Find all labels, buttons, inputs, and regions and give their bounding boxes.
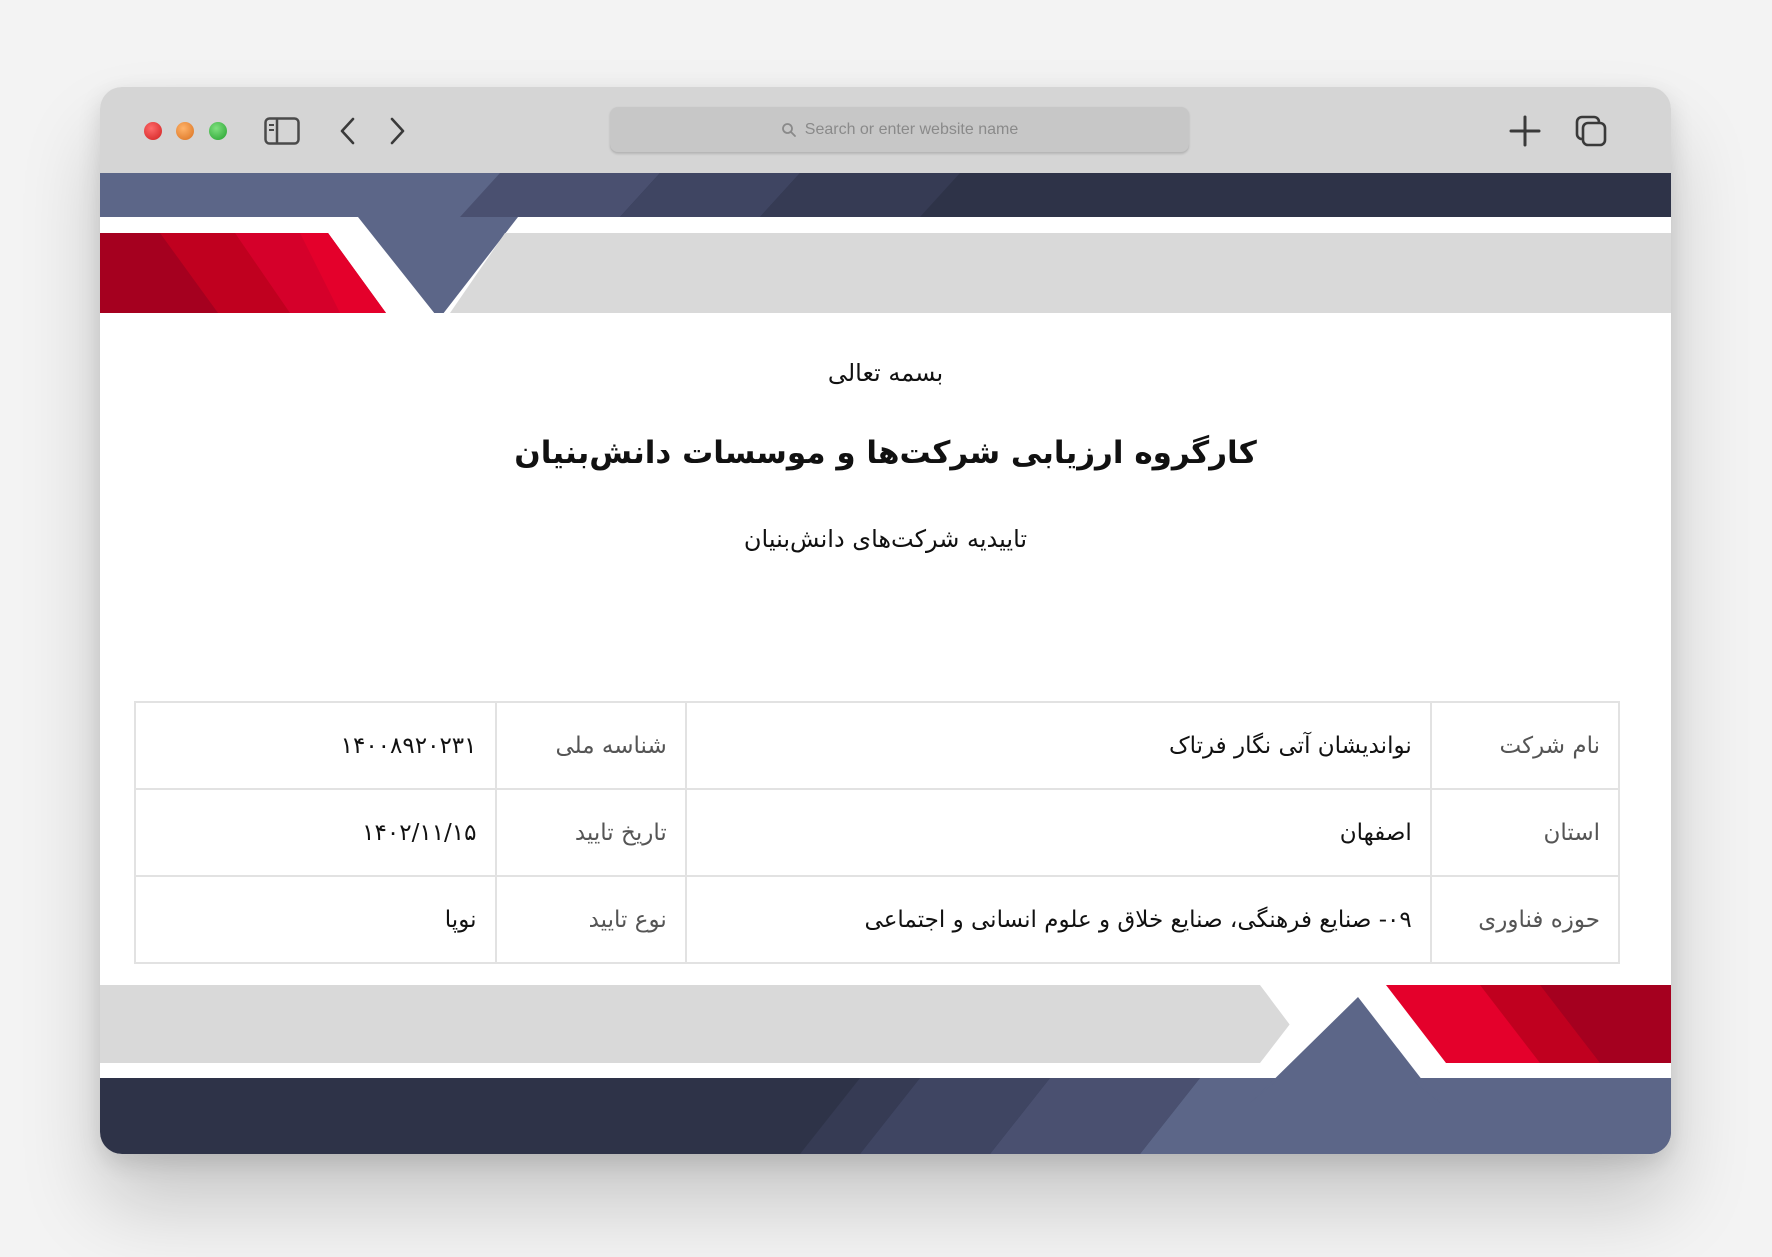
certificate-page: بسمه تعالی کارگروه ارزیابی شرکت‌ها و موس… bbox=[100, 173, 1671, 1154]
technology-field-label: حوزه فناوری bbox=[1429, 875, 1621, 964]
national-id-label: شناسه ملی bbox=[494, 701, 687, 790]
company-info-table: نام شرکت نواندیشان آتی نگار فرتاک شناسه … bbox=[134, 701, 1621, 964]
company-name-label: نام شرکت bbox=[1429, 701, 1621, 790]
address-placeholder: Search or enter website name bbox=[804, 121, 1019, 138]
approval-date-value: ۱۴۰۲/۱۱/۱۵ bbox=[134, 788, 497, 877]
technology-field-value: ۰۹- صنایع فرهنگی، صنایع خلاق و علوم انسا… bbox=[684, 875, 1432, 964]
table-row: حوزه فناوری ۰۹- صنایع فرهنگی، صنایع خلاق… bbox=[134, 875, 1621, 964]
zoom-dot[interactable] bbox=[209, 122, 227, 140]
page-subtitle: تاییدیه شرکت‌های دانش‌بنیان bbox=[743, 525, 1028, 553]
sidebar-icon[interactable] bbox=[262, 113, 302, 149]
close-dot[interactable] bbox=[144, 122, 162, 140]
footer-banner-decoration bbox=[100, 985, 1671, 1154]
approval-date-label: تاریخ تایید bbox=[494, 788, 687, 877]
plus-icon[interactable] bbox=[1505, 113, 1545, 149]
page-title: کارگروه ارزیابی شرکت‌ها و موسسات دانش‌بن… bbox=[514, 435, 1257, 471]
minimize-dot[interactable] bbox=[176, 122, 194, 140]
table-row: استان اصفهان تاریخ تایید ۱۴۰۲/۱۱/۱۵ bbox=[134, 788, 1621, 877]
company-name-value: نواندیشان آتی نگار فرتاک bbox=[684, 701, 1432, 790]
chevron-left-icon[interactable] bbox=[328, 113, 368, 149]
national-id-value: ۱۴۰۰۸۹۲۰۲۳۱ bbox=[134, 701, 497, 790]
invocation-heading: بسمه تعالی bbox=[827, 359, 944, 387]
browser-toolbar: Search or enter website name bbox=[100, 87, 1671, 173]
chevron-right-icon[interactable] bbox=[377, 113, 417, 149]
browser-window: Search or enter website name بسمه تعالی … bbox=[100, 87, 1671, 1154]
tabs-overview-icon[interactable] bbox=[1571, 113, 1611, 149]
header-banner-decoration bbox=[100, 173, 1671, 313]
province-label: استان bbox=[1429, 788, 1621, 877]
table-row: نام شرکت نواندیشان آتی نگار فرتاک شناسه … bbox=[134, 701, 1621, 790]
search-icon bbox=[781, 123, 796, 137]
address-bar[interactable]: Search or enter website name bbox=[610, 107, 1189, 153]
province-value: اصفهان bbox=[684, 788, 1432, 877]
approval-type-label: نوع تایید bbox=[494, 875, 687, 964]
approval-type-value: نوپا bbox=[134, 875, 497, 964]
